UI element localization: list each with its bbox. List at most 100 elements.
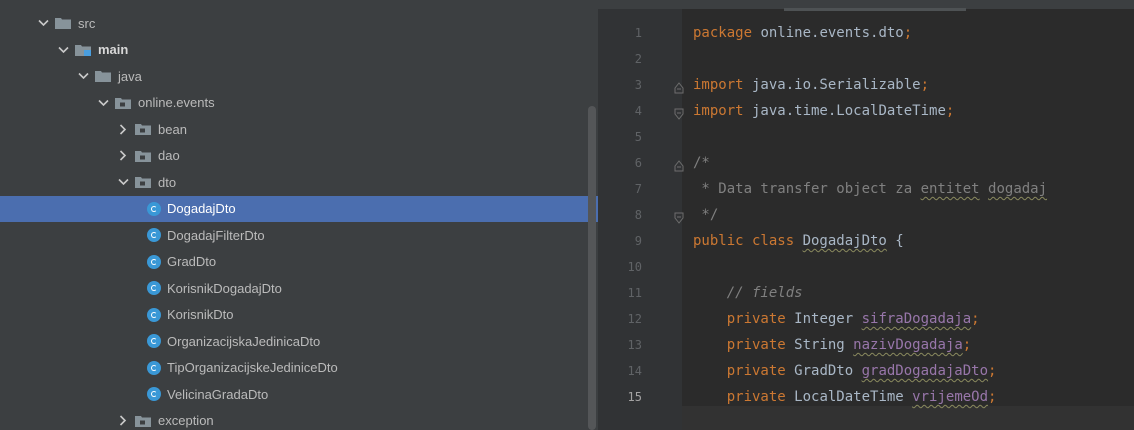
- code-token: private: [726, 311, 795, 327]
- code-token: {: [886, 233, 904, 249]
- code-token: package: [693, 25, 753, 41]
- code-token: ;: [962, 337, 972, 353]
- code-token: private: [726, 337, 795, 353]
- chevron-down-icon[interactable]: [37, 17, 49, 29]
- tree-item-folder[interactable]: online.events: [0, 90, 598, 117]
- code-line[interactable]: // fields: [693, 280, 803, 306]
- code-token: Integer: [794, 311, 862, 327]
- code-line[interactable]: */: [693, 202, 718, 228]
- code-line[interactable]: package online.events.dto;: [693, 20, 912, 46]
- folder-icon: [95, 70, 111, 83]
- tree-item-class[interactable]: KorisnikDogadajDto: [0, 275, 598, 302]
- tree-item-label: dto: [158, 174, 177, 190]
- code-token: ;: [920, 77, 930, 93]
- tree-item-class[interactable]: VelicinaGradaDto: [0, 381, 598, 408]
- code-line[interactable]: private LocalDateTime vrijemeOd;: [693, 384, 997, 410]
- class-icon: [147, 254, 161, 269]
- tree-item-label: exception: [158, 413, 214, 429]
- code-token: import: [693, 77, 744, 93]
- code-token: public class: [693, 233, 803, 249]
- chevron-right-icon[interactable]: [117, 150, 129, 162]
- code-token: String: [794, 337, 854, 353]
- tree-item-label: online.events: [138, 95, 215, 111]
- code-area[interactable]: package online.events.dto; import java.io…: [598, 0, 1134, 430]
- tree-item-class[interactable]: DogadajFilterDto: [0, 222, 598, 249]
- tree-item-folder[interactable]: dao: [0, 143, 598, 170]
- package-icon: [115, 97, 131, 109]
- class-icon: [147, 307, 161, 322]
- class-icon: [147, 201, 161, 216]
- code-token: sifraDogadaja: [861, 311, 972, 327]
- tree-item-label: KorisnikDogadajDto: [167, 280, 282, 296]
- class-icon: [147, 334, 161, 349]
- code-token: * Data transfer object za: [693, 181, 921, 197]
- code-token: ;: [971, 311, 980, 327]
- tree-top-edge: [0, 0, 598, 9]
- code-token: ;: [988, 389, 997, 405]
- code-token: /*: [693, 155, 710, 171]
- folder-icon: [55, 17, 71, 30]
- tree-item-folder[interactable]: exception: [0, 408, 598, 430]
- code-line[interactable]: private String nazivDogadaja;: [693, 332, 971, 358]
- code-token: nazivDogadaja: [853, 337, 963, 353]
- tree-item-class[interactable]: DogadajDto: [0, 195, 598, 222]
- code-token: */: [693, 207, 719, 223]
- chevron-right-icon[interactable]: [117, 123, 129, 135]
- code-token: ;: [988, 363, 997, 379]
- tree-item-folder[interactable]: src: [0, 10, 598, 37]
- class-icon: [147, 360, 161, 375]
- tree-item-label: VelicinaGradaDto: [167, 386, 269, 402]
- tree-item-label: TipOrganizacijskeJediniceDto: [167, 360, 338, 376]
- code-token: // fields: [726, 285, 803, 301]
- tree-item-class[interactable]: GradDto: [0, 249, 598, 276]
- tree-scrollbar[interactable]: [588, 106, 596, 430]
- tree-item-label: dao: [158, 148, 180, 164]
- code-line[interactable]: private GradDto gradDogadajaDto;: [693, 358, 997, 384]
- tree-item-label: bean: [158, 121, 187, 137]
- code-token: ;: [903, 25, 913, 41]
- code-line[interactable]: public class DogadajDto {: [693, 228, 904, 254]
- code-token: gradDogadajaDto: [861, 363, 989, 379]
- package-icon: [135, 415, 151, 427]
- tree-item-folder[interactable]: java: [0, 63, 598, 90]
- project-tree-panel: src main java online.events bean dao dto Dogada…: [0, 0, 598, 430]
- package-icon: [135, 123, 151, 136]
- tree-item-label: DogadajDto: [167, 201, 236, 217]
- code-token: DogadajDto: [802, 233, 887, 249]
- code-token: private: [726, 363, 795, 379]
- code-editor[interactable]: 1 2 3 4 5 6 7 8 9 10 11 12 13 14 15 package online.eve…: [598, 0, 1134, 430]
- code-token: import: [693, 103, 744, 119]
- package-icon: [135, 150, 151, 162]
- tree-item-label: DogadajFilterDto: [167, 227, 265, 243]
- chevron-right-icon[interactable]: [117, 415, 129, 427]
- code-token: dogadaj: [988, 181, 1048, 197]
- tree-item-class[interactable]: TipOrganizacijskeJediniceDto: [0, 355, 598, 382]
- code-token: private: [726, 389, 795, 405]
- chevron-down-icon[interactable]: [77, 70, 89, 82]
- package-icon: [135, 176, 151, 189]
- code-line[interactable]: /*: [693, 150, 710, 176]
- code-line[interactable]: import java.io.Serializable;: [693, 72, 929, 98]
- code-token: java.io.Serializable: [743, 77, 921, 93]
- tree-item-class[interactable]: KorisnikDto: [0, 302, 598, 329]
- tree-item-class[interactable]: OrganizacijskaJedinicaDto: [0, 328, 598, 355]
- tree-item-folder[interactable]: bean: [0, 116, 598, 143]
- chevron-down-icon[interactable]: [97, 97, 109, 109]
- class-icon: [147, 387, 161, 402]
- code-line[interactable]: import java.time.LocalDateTime;: [693, 98, 954, 124]
- code-line[interactable]: private Integer sifraDogadaja;: [693, 306, 980, 332]
- code-token: java.time.LocalDateTime: [743, 103, 946, 119]
- tree-item-folder[interactable]: dto: [0, 169, 598, 196]
- code-line[interactable]: * Data transfer object za entitet dogada…: [693, 176, 1047, 202]
- chevron-down-icon[interactable]: [57, 44, 69, 56]
- tree-item-label: java: [118, 68, 142, 84]
- class-icon: [147, 228, 161, 243]
- chevron-down-icon[interactable]: [117, 176, 129, 188]
- tree-item-folder[interactable]: main: [0, 37, 598, 64]
- class-icon: [147, 281, 161, 296]
